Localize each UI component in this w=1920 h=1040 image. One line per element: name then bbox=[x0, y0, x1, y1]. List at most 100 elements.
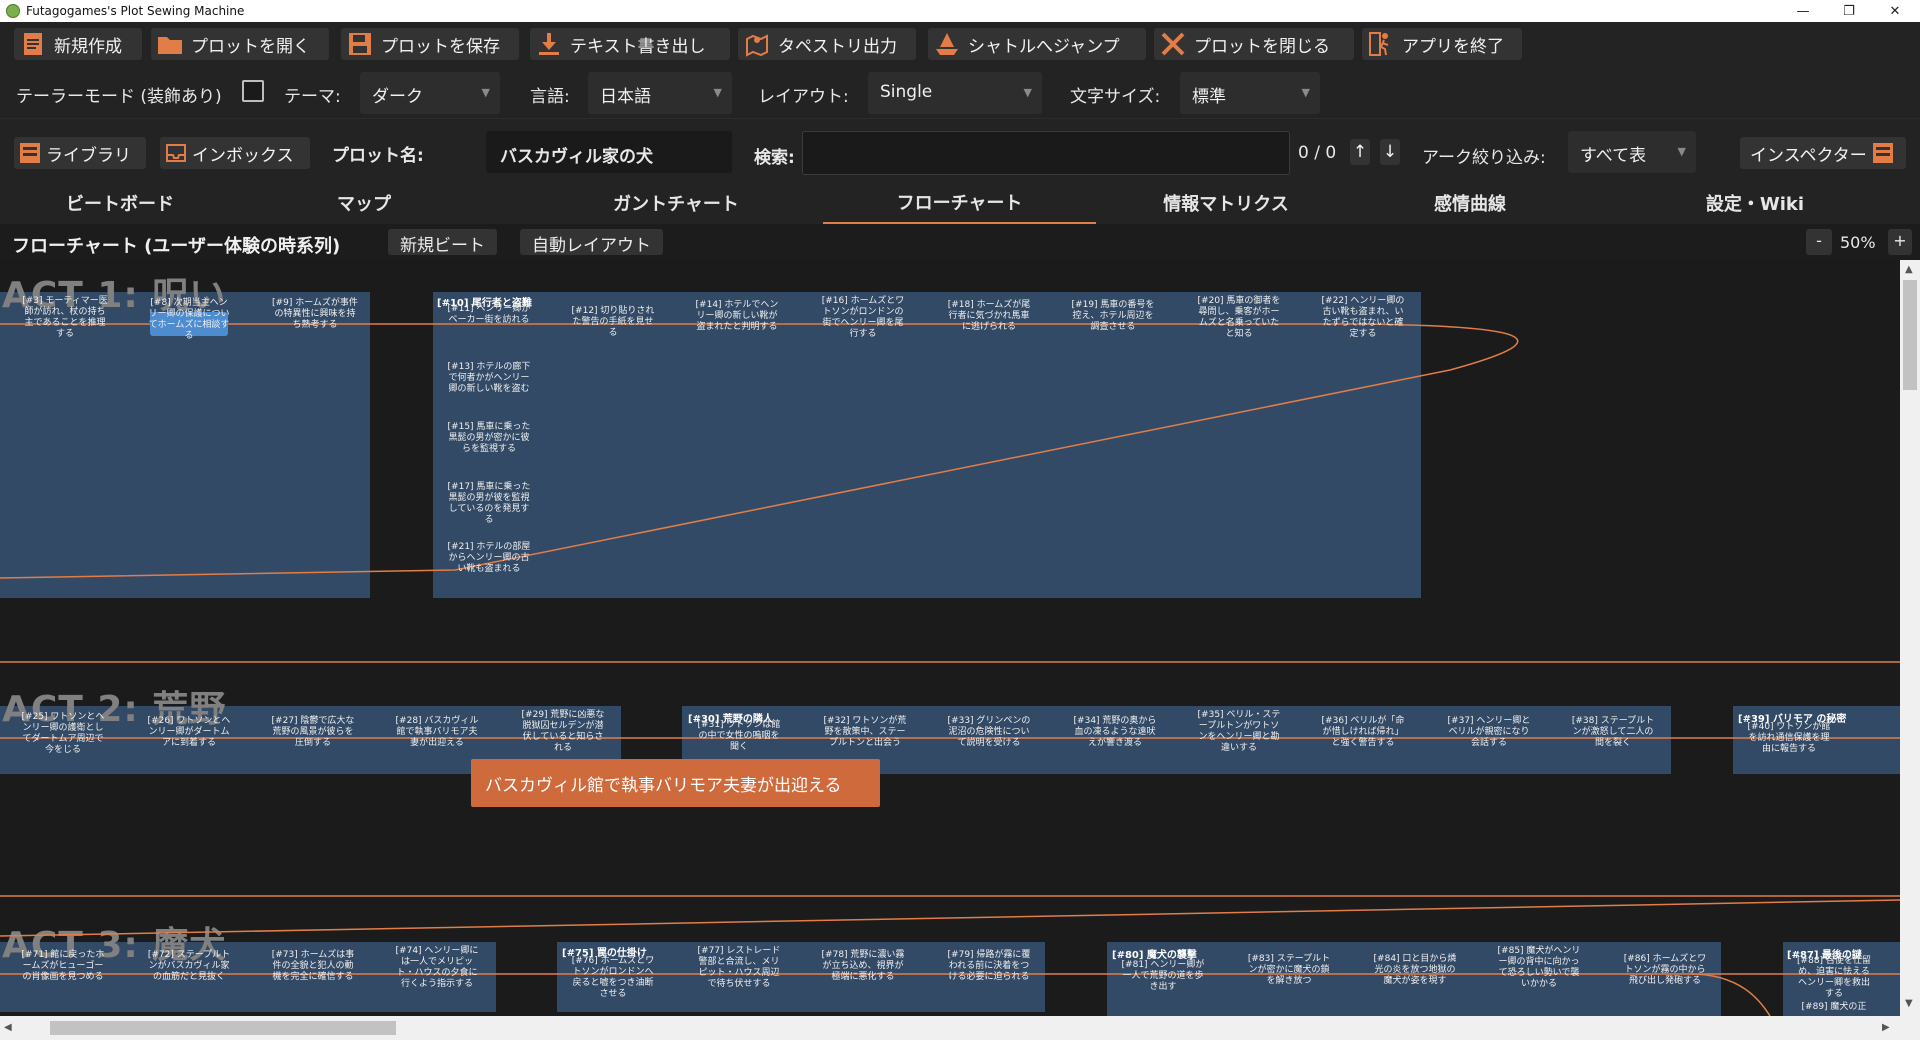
search-next-button[interactable]: ↓ bbox=[1380, 139, 1400, 165]
save-plot-button[interactable]: プロットを保存 bbox=[341, 28, 519, 60]
zoom-out-button[interactable]: - bbox=[1806, 229, 1832, 255]
beat-card[interactable]: [#40] ワトソンが館を訪れ通信保護を理由に報告する bbox=[1746, 722, 1832, 755]
beat-text: [#20] 馬車の御者を尋問し、乗客がホームズと名乗っていたと知る bbox=[1197, 296, 1281, 339]
beat-card[interactable]: [#73] ホームズは事件の全貌と犯人の動機を完全に確信する bbox=[270, 950, 356, 983]
shuttle-jump-button[interactable]: シャトルへジャンプ bbox=[928, 28, 1146, 60]
tapestry-export-button[interactable]: タペストリ出力 bbox=[738, 28, 916, 60]
search-input[interactable] bbox=[802, 131, 1290, 175]
beat-card[interactable]: [#72] ステープルトンがバスカヴィル家の血筋だと見抜く bbox=[146, 950, 232, 983]
tab-map[interactable]: マップ bbox=[250, 182, 478, 224]
tailor-mode-checkbox[interactable] bbox=[242, 80, 264, 102]
inspector-icon bbox=[1872, 143, 1893, 163]
map-pin-icon bbox=[746, 34, 768, 57]
beat-card[interactable]: [#15] 馬車に乗った黒髭の男が密かに彼らを監視する bbox=[446, 422, 532, 455]
inspector-button[interactable]: インスペクター bbox=[1740, 137, 1906, 169]
vertical-scrollbar[interactable]: ▲ ▼ bbox=[1900, 260, 1920, 1016]
search-prev-button[interactable]: ↑ bbox=[1350, 139, 1370, 165]
beat-card[interactable]: [#35] ベリル・ステープルトンがワトソンをヘンリー卿と勘違いする bbox=[1196, 710, 1282, 754]
beat-text: [#74] ヘンリー卿には一人でメリピット・ハウスの夕食に行くよう指示する bbox=[395, 946, 479, 989]
language-select[interactable]: 日本語 ▼ bbox=[588, 72, 732, 114]
tab-emotion-curve[interactable]: 感情曲線 bbox=[1360, 182, 1580, 224]
beat-card[interactable]: [#71] 館に戻ったホームズがヒューゴーの肖像画を見つめる bbox=[20, 950, 106, 983]
beat-card[interactable]: [#16] ホームズとワトソンがロンドンの街でヘンリー卿を尾行する bbox=[820, 296, 906, 340]
beat-card[interactable]: [#74] ヘンリー卿には一人でメリピット・ハウスの夕食に行くよう指示する bbox=[394, 946, 480, 990]
beat-card[interactable]: [#78] 荒野に濃い霧が立ち込め、視界が極端に悪化する bbox=[820, 950, 906, 983]
font-size-select[interactable]: 標準 ▼ bbox=[1180, 72, 1320, 114]
tab-beatboard[interactable]: ビートボード bbox=[0, 182, 240, 224]
open-plot-button[interactable]: プロットを開く bbox=[151, 28, 329, 60]
beat-card[interactable]: [#31] ワトソンは館の中で女性の嗚咽を聞く bbox=[696, 720, 782, 753]
beat-card[interactable]: [#26] ワトソンとヘンリー卿がダートムアに到着する bbox=[146, 716, 232, 749]
tab-gantt[interactable]: ガントチャート bbox=[550, 182, 802, 224]
new-beat-button[interactable]: 新規ビート bbox=[388, 229, 497, 256]
library-icon bbox=[20, 143, 40, 163]
scroll-up-arrow[interactable]: ▲ bbox=[1905, 264, 1913, 275]
tab-info-matrix[interactable]: 情報マトリクス bbox=[1110, 182, 1342, 224]
beat-card[interactable]: [#85] 魔犬がヘンリー卿の背中に向かって恐ろしい勢いで襲いかかる bbox=[1496, 946, 1582, 990]
window-title: Futagogames's Plot Sewing Machine bbox=[26, 4, 245, 18]
new-button[interactable]: 新規作成 bbox=[14, 28, 142, 60]
beat-card[interactable]: [#21] ホテルの部屋からヘンリー卿の古い靴も盗まれる bbox=[446, 542, 532, 575]
beat-text: [#89] 魔犬の正 bbox=[1801, 1002, 1867, 1012]
flowchart-title: フローチャート (ユーザー体験の時系列) bbox=[12, 236, 341, 257]
beat-card[interactable]: [#76] ホームズとワトソンがロンドンへ戻ると嘘をつき油断させる bbox=[570, 956, 656, 1000]
beat-card[interactable]: [#27] 陰鬱で広大な荒野の風景が彼らを圧倒する bbox=[270, 716, 356, 749]
beat-card[interactable]: [#11] ヘンリー卿がベーカー街を訪れる bbox=[446, 304, 532, 326]
tab-settings-wiki[interactable]: 設定・Wiki bbox=[1640, 182, 1870, 224]
beat-card[interactable]: [#9] ホームズが事件の特異性に興味を持ち熟考する bbox=[272, 298, 358, 331]
vertical-scroll-thumb[interactable] bbox=[1903, 280, 1917, 390]
beat-card[interactable]: [#37] ヘンリー卿とベリルが親密になり会話する bbox=[1446, 716, 1532, 749]
plot-name-field[interactable]: バスカヴィル家の犬 bbox=[486, 131, 732, 173]
maximize-button[interactable]: ❐ bbox=[1826, 0, 1872, 22]
beat-card[interactable]: [#86] ホームズとワトソンが霧の中から飛び出し発砲する bbox=[1622, 954, 1708, 987]
auto-layout-button[interactable]: 自動レイアウト bbox=[520, 229, 663, 256]
close-window-button[interactable]: ✕ bbox=[1872, 0, 1918, 22]
beat-card[interactable]: [#79] 帰路が霧に覆われる前に決着をつける必要に迫られる bbox=[946, 950, 1032, 983]
beat-card[interactable]: [#28] バスカヴィル館で執事バリモア夫妻が出迎える bbox=[394, 716, 480, 749]
beat-card[interactable]: [#32] ワトソンが荒野を散策中、ステープルトンと出会う bbox=[822, 716, 908, 749]
beat-card[interactable]: [#3] モーティマー医師が訪れ、杖の持ち主であることを推理する bbox=[22, 296, 108, 340]
beat-card[interactable]: [#77] レストレード警部と合流し、メリピット・ハウス周辺で待ち伏せする bbox=[696, 946, 782, 990]
arc-filter-select[interactable]: すべて表 ▼ bbox=[1568, 131, 1696, 173]
beat-card[interactable]: [#14] ホテルでヘンリー卿の新しい靴が盗まれたと判明する bbox=[694, 300, 780, 333]
layout-select[interactable]: Single ▼ bbox=[868, 72, 1042, 114]
beat-card[interactable]: [#19] 馬車の番号を控え、ホテル周辺を調査させる bbox=[1070, 300, 1156, 333]
scroll-down-arrow[interactable]: ▼ bbox=[1905, 998, 1913, 1009]
beat-card[interactable]: [#84] 口と目から燐光の炎を放つ地獄の魔犬が姿を現す bbox=[1372, 954, 1458, 987]
flowchart-header: フローチャート (ユーザー体験の時系列) 新規ビート 自動レイアウト - 50%… bbox=[0, 224, 1920, 260]
inbox-button[interactable]: インボックス bbox=[160, 137, 310, 169]
beat-card[interactable]: [#38] ステープルトンが激怒して二人の間を裂く bbox=[1570, 716, 1656, 749]
beat-card[interactable]: [#12] 切り貼りされた警告の手紙を見せる bbox=[570, 306, 656, 339]
shuttle-jump-label: シャトルへジャンプ bbox=[968, 36, 1120, 57]
zoom-in-button[interactable]: + bbox=[1888, 229, 1912, 255]
scroll-left-arrow[interactable]: ◀ bbox=[4, 1022, 12, 1033]
quit-app-button[interactable]: アプリを終了 bbox=[1362, 28, 1522, 60]
beat-card[interactable]: [#22] ヘンリー卿の古い靴も盗まれ、いたずらではないと確定する bbox=[1320, 296, 1406, 340]
beat-card[interactable]: [#18] ホームズが尾行者に気づかれ馬車に逃げられる bbox=[946, 300, 1032, 333]
minimize-button[interactable]: — bbox=[1780, 0, 1826, 22]
tab-flowchart[interactable]: フローチャート bbox=[823, 182, 1096, 224]
horizontal-scrollbar[interactable]: ◀ ▶ bbox=[0, 1016, 1920, 1040]
export-text-button[interactable]: テキスト書き出し bbox=[530, 28, 730, 60]
beat-card[interactable]: [#89] 魔犬の正 bbox=[1796, 1002, 1872, 1013]
horizontal-scroll-thumb[interactable] bbox=[50, 1021, 396, 1035]
flowchart-canvas[interactable]: ACT 1: 呪い [#10] 尾行者と盗難 ACT 2: 荒野 [#30] 荒… bbox=[0, 260, 1900, 1016]
beat-card[interactable]: [#25] ワトソンとヘンリー卿の護衛としてダートムア周辺で今をじる bbox=[20, 712, 106, 756]
library-button[interactable]: ライブラリ bbox=[14, 137, 146, 169]
beat-card[interactable]: [#20] 馬車の御者を尋問し、乗客がホームズと名乗っていたと知る bbox=[1196, 296, 1282, 340]
close-plot-label: プロットを閉じる bbox=[1194, 36, 1330, 57]
beat-card[interactable]: [#34] 荒野の奥から血の凍るような遠吠えが響き渡る bbox=[1072, 716, 1158, 749]
theme-select[interactable]: ダーク ▼ bbox=[360, 72, 500, 114]
close-plot-button[interactable]: プロットを閉じる bbox=[1154, 28, 1354, 60]
tapestry-export-label: タペストリ出力 bbox=[778, 36, 897, 57]
plot-bar: ライブラリ インボックス プロット名: バスカヴィル家の犬 検索: 0 / 0 … bbox=[0, 118, 1920, 182]
beat-card[interactable]: [#88] 召使を仕留め、迫害に怯えるヘンリー卿を救出する bbox=[1796, 956, 1872, 1000]
beat-card[interactable]: [#83] ステープルトンが密かに魔犬の鎖を解き放つ bbox=[1246, 954, 1332, 987]
beat-card[interactable]: [#33] グリンペンの泥沼の危険性について説明を受ける bbox=[946, 716, 1032, 749]
beat-card[interactable]: [#36] ベリルが「命が惜しければ帰れ」と強く警告する bbox=[1320, 716, 1406, 749]
beat-card[interactable]: [#81] ヘンリー卿が一人で荒野の道を歩き出す bbox=[1120, 960, 1206, 993]
beat-card[interactable]: [#13] ホテルの廊下で何者かがヘンリー卿の新しい靴を盗む bbox=[446, 362, 532, 395]
beat-card[interactable]: [#29] 荒野に凶悪な脱獄囚セルデンが潜伏していると知らされる bbox=[520, 710, 606, 754]
beat-card[interactable]: [#17] 馬車に乗った黒髭の男が彼を監視しているのを発見する bbox=[446, 482, 532, 526]
scroll-right-arrow[interactable]: ▶ bbox=[1882, 1022, 1890, 1033]
